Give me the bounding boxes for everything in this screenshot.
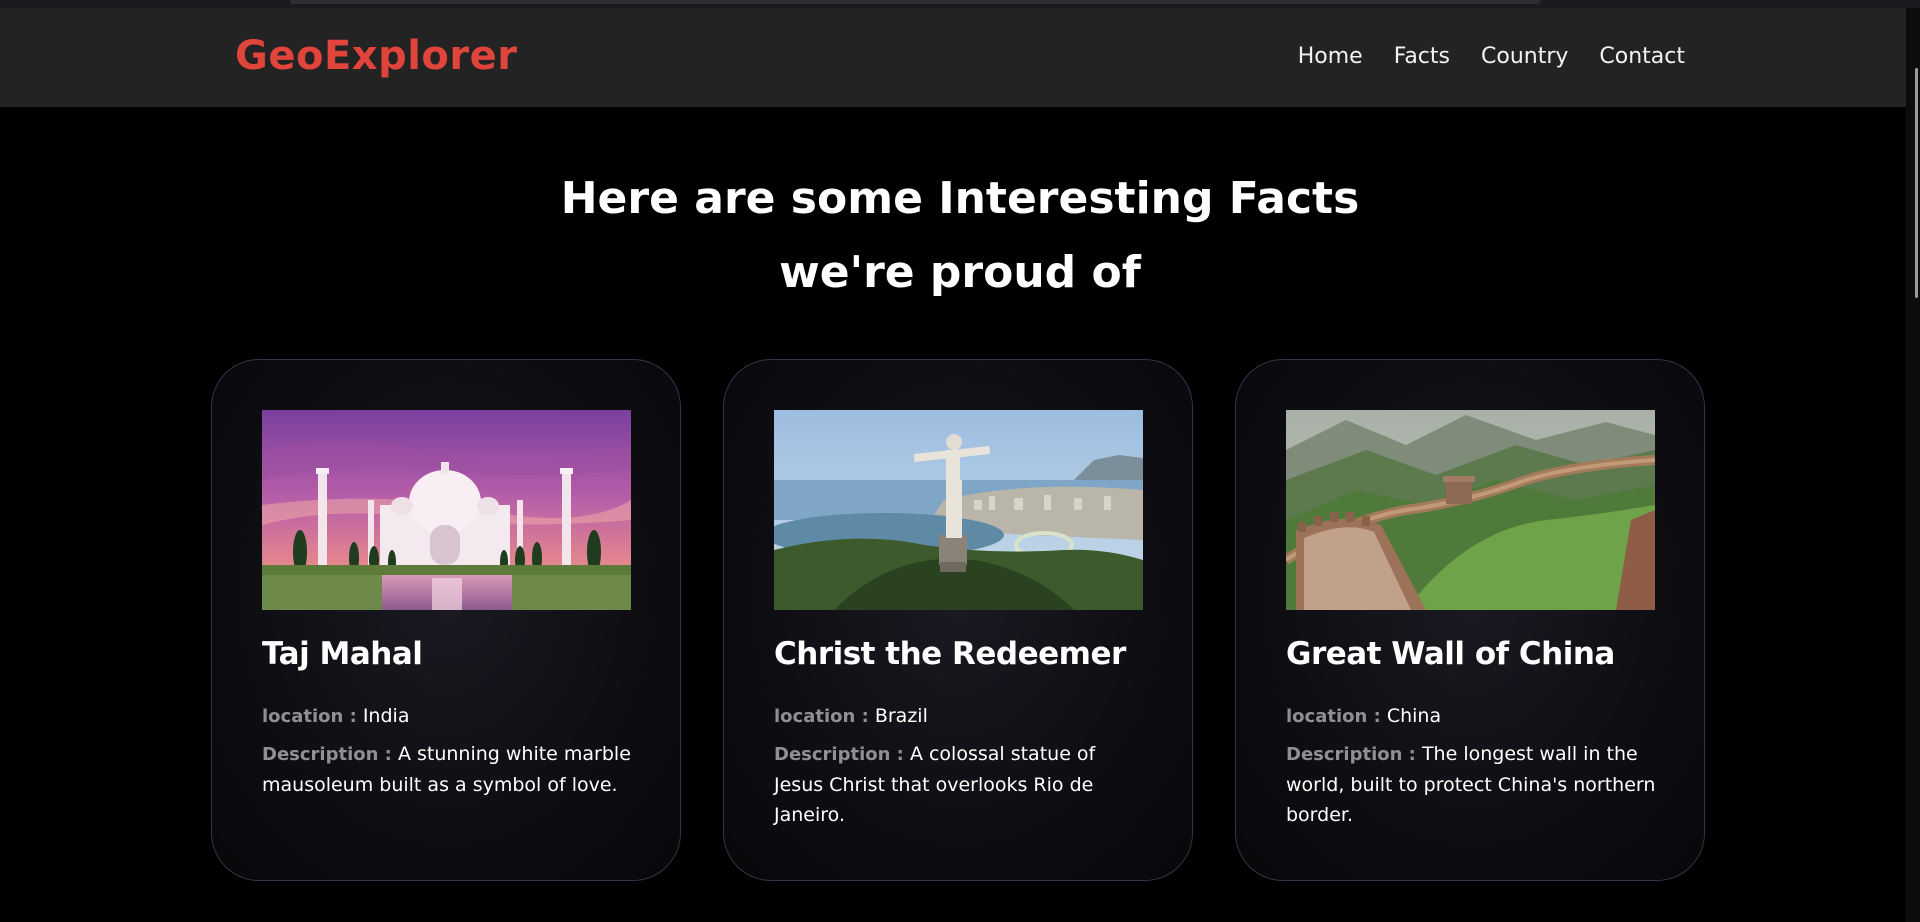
card-title: Taj Mahal [262,636,423,672]
location-label: location : [1286,706,1381,727]
location-row: location : Brazil [774,701,1146,732]
location-value: India [362,705,410,727]
card-meta: location : India Description : A stunnin… [262,701,634,807]
card-title: Great Wall of China [1286,636,1615,672]
great-wall-illustration [1286,410,1655,610]
fact-card-christ-the-redeemer: Christ the Redeemer location : Brazil De… [723,359,1193,881]
headline-line-1: Here are some Interesting Facts [560,173,1360,224]
description-row: Description : The longest wall in the wo… [1286,739,1658,830]
page-headline: Here are some Interesting Facts we're pr… [0,162,1920,310]
browser-top-bar [0,0,1920,8]
christ-the-redeemer-photo [774,410,1143,610]
card-meta: location : China Description : The longe… [1286,701,1658,837]
description-label: Description : [1286,744,1416,765]
location-value: China [1386,705,1442,727]
facts-cards: Taj Mahal location : India Description :… [211,359,1705,881]
nav-link-country[interactable]: Country [1481,44,1568,69]
christ-the-redeemer-illustration [774,410,1143,610]
card-title: Christ the Redeemer [774,636,1126,672]
location-row: location : China [1286,701,1658,732]
headline-line-2: we're proud of [779,247,1141,298]
location-row: location : India [262,701,634,732]
taj-mahal-illustration [262,410,631,610]
description-label: Description : [774,744,904,765]
navbar: GeoExplorer Home Facts Country Contact [0,8,1920,107]
fact-card-taj-mahal: Taj Mahal location : India Description :… [211,359,681,881]
description-row: Description : A colossal statue of Jesus… [774,739,1146,830]
brand-logo[interactable]: GeoExplorer [235,33,517,79]
great-wall-photo [1286,410,1655,610]
description-row: Description : A stunning white marble ma… [262,739,634,800]
nav-link-home[interactable]: Home [1298,44,1363,69]
top-bar-highlight [290,0,1540,4]
page-scrollbar[interactable] [1906,8,1920,922]
description-label: Description : [262,744,392,765]
location-value: Brazil [874,705,928,727]
card-meta: location : Brazil Description : A coloss… [774,701,1146,837]
location-label: location : [262,706,357,727]
taj-mahal-photo [262,410,631,610]
nav-links: Home Facts Country Contact [1298,44,1685,69]
nav-link-facts[interactable]: Facts [1394,44,1450,69]
nav-link-contact[interactable]: Contact [1599,44,1685,69]
location-label: location : [774,706,869,727]
fact-card-great-wall: Great Wall of China location : China Des… [1235,359,1705,881]
